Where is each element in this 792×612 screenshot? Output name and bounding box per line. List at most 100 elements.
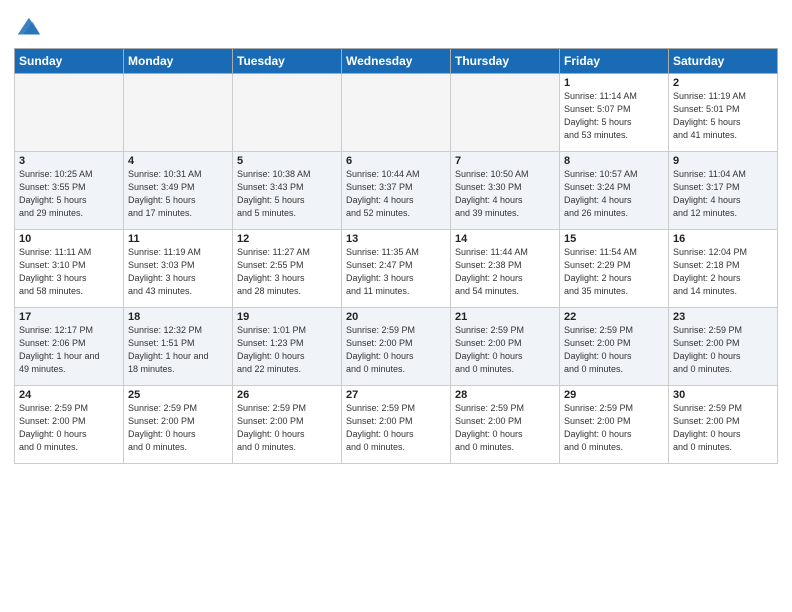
calendar-cell: 28Sunrise: 2:59 PM Sunset: 2:00 PM Dayli… — [451, 386, 560, 464]
calendar-cell: 25Sunrise: 2:59 PM Sunset: 2:00 PM Dayli… — [124, 386, 233, 464]
day-info: Sunrise: 12:17 PM Sunset: 2:06 PM Daylig… — [19, 324, 119, 376]
day-number: 13 — [346, 233, 446, 245]
calendar-week-3: 17Sunrise: 12:17 PM Sunset: 2:06 PM Dayl… — [15, 308, 778, 386]
day-info: Sunrise: 10:50 AM Sunset: 3:30 PM Daylig… — [455, 168, 555, 220]
calendar-cell — [15, 74, 124, 152]
calendar-cell: 12Sunrise: 11:27 AM Sunset: 2:55 PM Dayl… — [233, 230, 342, 308]
day-number: 20 — [346, 311, 446, 323]
day-info: Sunrise: 10:44 AM Sunset: 3:37 PM Daylig… — [346, 168, 446, 220]
calendar-cell: 23Sunrise: 2:59 PM Sunset: 2:00 PM Dayli… — [669, 308, 778, 386]
day-number: 5 — [237, 155, 337, 167]
calendar-cell: 7Sunrise: 10:50 AM Sunset: 3:30 PM Dayli… — [451, 152, 560, 230]
weekday-header-saturday: Saturday — [669, 49, 778, 74]
day-number: 2 — [673, 77, 773, 89]
day-number: 19 — [237, 311, 337, 323]
day-info: Sunrise: 2:59 PM Sunset: 2:00 PM Dayligh… — [564, 402, 664, 454]
calendar-cell — [342, 74, 451, 152]
day-info: Sunrise: 10:31 AM Sunset: 3:49 PM Daylig… — [128, 168, 228, 220]
day-info: Sunrise: 11:35 AM Sunset: 2:47 PM Daylig… — [346, 246, 446, 298]
day-info: Sunrise: 2:59 PM Sunset: 2:00 PM Dayligh… — [455, 324, 555, 376]
weekday-header-friday: Friday — [560, 49, 669, 74]
weekday-header-wednesday: Wednesday — [342, 49, 451, 74]
calendar-cell: 5Sunrise: 10:38 AM Sunset: 3:43 PM Dayli… — [233, 152, 342, 230]
day-number: 17 — [19, 311, 119, 323]
calendar-cell: 16Sunrise: 12:04 PM Sunset: 2:18 PM Dayl… — [669, 230, 778, 308]
calendar-cell: 14Sunrise: 11:44 AM Sunset: 2:38 PM Dayl… — [451, 230, 560, 308]
day-number: 26 — [237, 389, 337, 401]
day-info: Sunrise: 10:57 AM Sunset: 3:24 PM Daylig… — [564, 168, 664, 220]
day-info: Sunrise: 11:44 AM Sunset: 2:38 PM Daylig… — [455, 246, 555, 298]
day-info: Sunrise: 10:25 AM Sunset: 3:55 PM Daylig… — [19, 168, 119, 220]
day-number: 14 — [455, 233, 555, 245]
calendar-cell: 15Sunrise: 11:54 AM Sunset: 2:29 PM Dayl… — [560, 230, 669, 308]
calendar-cell: 30Sunrise: 2:59 PM Sunset: 2:00 PM Dayli… — [669, 386, 778, 464]
day-info: Sunrise: 11:19 AM Sunset: 5:01 PM Daylig… — [673, 90, 773, 142]
calendar-week-2: 10Sunrise: 11:11 AM Sunset: 3:10 PM Dayl… — [15, 230, 778, 308]
calendar-cell: 20Sunrise: 2:59 PM Sunset: 2:00 PM Dayli… — [342, 308, 451, 386]
day-number: 7 — [455, 155, 555, 167]
weekday-header-thursday: Thursday — [451, 49, 560, 74]
calendar-cell: 1Sunrise: 11:14 AM Sunset: 5:07 PM Dayli… — [560, 74, 669, 152]
weekday-header-monday: Monday — [124, 49, 233, 74]
day-info: Sunrise: 2:59 PM Sunset: 2:00 PM Dayligh… — [19, 402, 119, 454]
calendar-cell: 8Sunrise: 10:57 AM Sunset: 3:24 PM Dayli… — [560, 152, 669, 230]
day-number: 9 — [673, 155, 773, 167]
day-number: 21 — [455, 311, 555, 323]
weekday-header-sunday: Sunday — [15, 49, 124, 74]
day-info: Sunrise: 10:38 AM Sunset: 3:43 PM Daylig… — [237, 168, 337, 220]
calendar-cell: 24Sunrise: 2:59 PM Sunset: 2:00 PM Dayli… — [15, 386, 124, 464]
day-info: Sunrise: 12:04 PM Sunset: 2:18 PM Daylig… — [673, 246, 773, 298]
calendar-cell: 22Sunrise: 2:59 PM Sunset: 2:00 PM Dayli… — [560, 308, 669, 386]
day-number: 24 — [19, 389, 119, 401]
day-number: 16 — [673, 233, 773, 245]
weekday-header-tuesday: Tuesday — [233, 49, 342, 74]
day-info: Sunrise: 2:59 PM Sunset: 2:00 PM Dayligh… — [564, 324, 664, 376]
day-number: 12 — [237, 233, 337, 245]
day-number: 18 — [128, 311, 228, 323]
calendar-cell: 3Sunrise: 10:25 AM Sunset: 3:55 PM Dayli… — [15, 152, 124, 230]
day-info: Sunrise: 11:04 AM Sunset: 3:17 PM Daylig… — [673, 168, 773, 220]
day-number: 29 — [564, 389, 664, 401]
calendar-cell: 11Sunrise: 11:19 AM Sunset: 3:03 PM Dayl… — [124, 230, 233, 308]
logo — [14, 14, 46, 42]
calendar-cell: 29Sunrise: 2:59 PM Sunset: 2:00 PM Dayli… — [560, 386, 669, 464]
day-info: Sunrise: 12:32 PM Sunset: 1:51 PM Daylig… — [128, 324, 228, 376]
calendar-header-row: SundayMondayTuesdayWednesdayThursdayFrid… — [15, 49, 778, 74]
calendar-cell: 21Sunrise: 2:59 PM Sunset: 2:00 PM Dayli… — [451, 308, 560, 386]
day-number: 1 — [564, 77, 664, 89]
day-number: 4 — [128, 155, 228, 167]
day-info: Sunrise: 2:59 PM Sunset: 2:00 PM Dayligh… — [346, 324, 446, 376]
calendar-cell: 17Sunrise: 12:17 PM Sunset: 2:06 PM Dayl… — [15, 308, 124, 386]
calendar-cell — [233, 74, 342, 152]
calendar-cell — [451, 74, 560, 152]
calendar-cell: 19Sunrise: 1:01 PM Sunset: 1:23 PM Dayli… — [233, 308, 342, 386]
calendar-cell: 4Sunrise: 10:31 AM Sunset: 3:49 PM Dayli… — [124, 152, 233, 230]
day-number: 8 — [564, 155, 664, 167]
day-number: 3 — [19, 155, 119, 167]
day-info: Sunrise: 2:59 PM Sunset: 2:00 PM Dayligh… — [673, 324, 773, 376]
day-info: Sunrise: 11:54 AM Sunset: 2:29 PM Daylig… — [564, 246, 664, 298]
day-number: 23 — [673, 311, 773, 323]
day-number: 6 — [346, 155, 446, 167]
calendar-cell: 13Sunrise: 11:35 AM Sunset: 2:47 PM Dayl… — [342, 230, 451, 308]
logo-icon — [14, 14, 42, 42]
day-number: 15 — [564, 233, 664, 245]
day-number: 11 — [128, 233, 228, 245]
calendar-cell: 27Sunrise: 2:59 PM Sunset: 2:00 PM Dayli… — [342, 386, 451, 464]
day-number: 27 — [346, 389, 446, 401]
day-number: 22 — [564, 311, 664, 323]
day-info: Sunrise: 2:59 PM Sunset: 2:00 PM Dayligh… — [673, 402, 773, 454]
calendar-week-1: 3Sunrise: 10:25 AM Sunset: 3:55 PM Dayli… — [15, 152, 778, 230]
calendar-cell: 10Sunrise: 11:11 AM Sunset: 3:10 PM Dayl… — [15, 230, 124, 308]
day-info: Sunrise: 1:01 PM Sunset: 1:23 PM Dayligh… — [237, 324, 337, 376]
calendar-cell: 9Sunrise: 11:04 AM Sunset: 3:17 PM Dayli… — [669, 152, 778, 230]
day-info: Sunrise: 2:59 PM Sunset: 2:00 PM Dayligh… — [455, 402, 555, 454]
day-info: Sunrise: 2:59 PM Sunset: 2:00 PM Dayligh… — [346, 402, 446, 454]
page-container: SundayMondayTuesdayWednesdayThursdayFrid… — [0, 0, 792, 470]
calendar-week-0: 1Sunrise: 11:14 AM Sunset: 5:07 PM Dayli… — [15, 74, 778, 152]
day-number: 28 — [455, 389, 555, 401]
header — [14, 10, 778, 42]
day-info: Sunrise: 11:14 AM Sunset: 5:07 PM Daylig… — [564, 90, 664, 142]
calendar-cell: 6Sunrise: 10:44 AM Sunset: 3:37 PM Dayli… — [342, 152, 451, 230]
calendar-table: SundayMondayTuesdayWednesdayThursdayFrid… — [14, 48, 778, 464]
